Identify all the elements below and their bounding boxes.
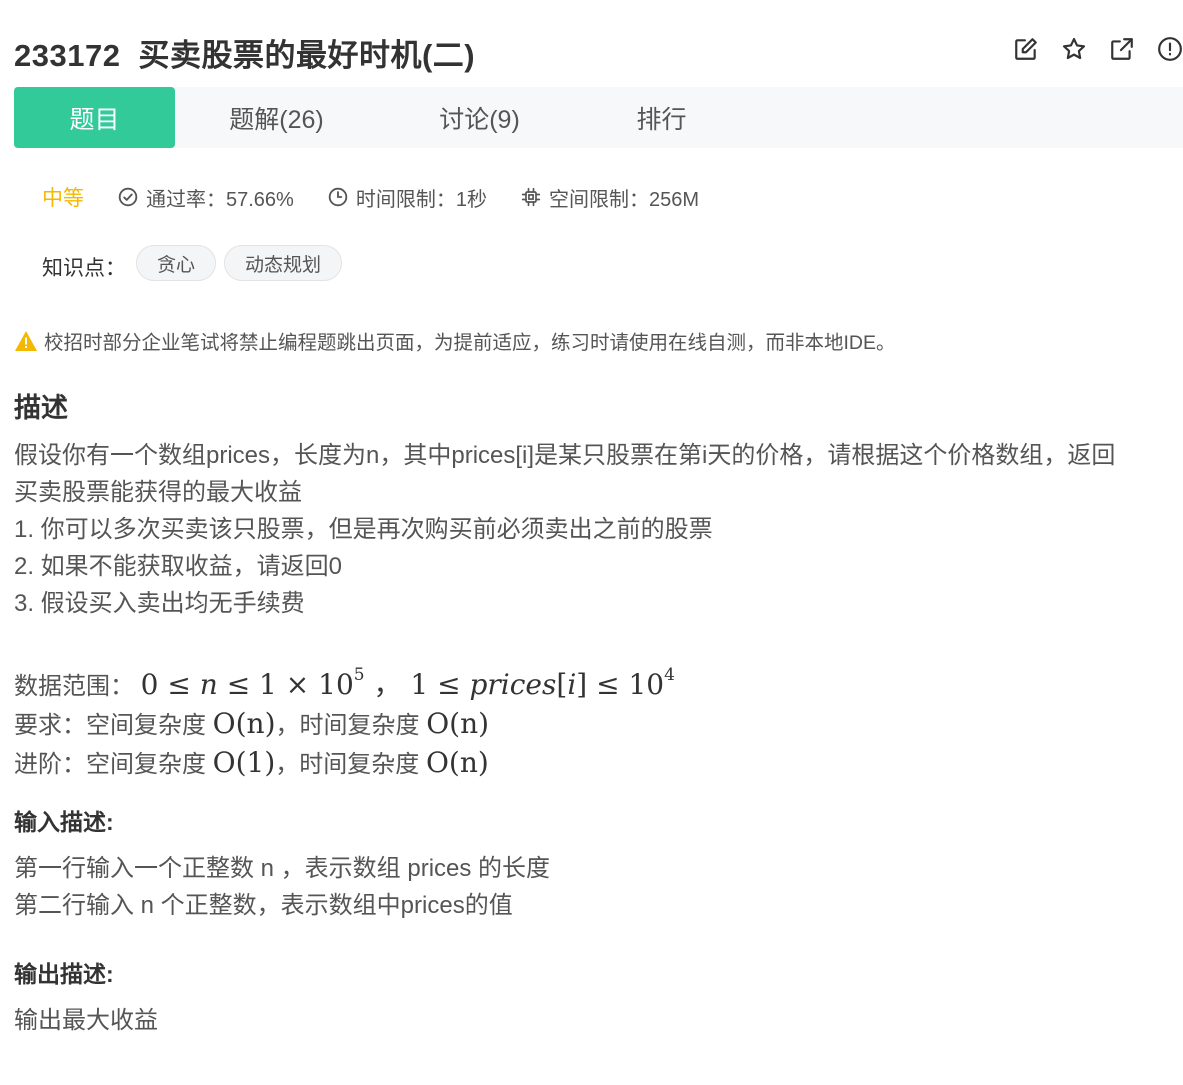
clock-icon — [328, 187, 348, 207]
space-limit: 空间限制：256M — [521, 183, 699, 212]
knowledge-tags: 知识点： 贪心 动态规划 — [42, 244, 350, 282]
requirement-time: O(n) — [426, 707, 490, 740]
data-range-label: 数据范围： — [14, 673, 134, 700]
output-line: 输出最大收益 — [14, 1007, 158, 1034]
page-title: 233172 买卖股票的最好时机(二) — [14, 30, 1183, 75]
tags-label: 知识点： — [42, 257, 126, 280]
problem-meta: 中等 通过率：57.66% 时间限制：1秒 空间限制：256M — [42, 182, 733, 212]
requirement-mid: ，时间复杂度 — [275, 712, 420, 739]
input-body: 第一行输入一个正整数 n ，表示数组 prices 的长度 第二行输入 n 个正… — [14, 850, 550, 924]
tag-dynamic-programming[interactable]: 动态规划 — [224, 245, 343, 281]
output-body: 输出最大收益 — [14, 1002, 158, 1039]
difficulty-badge: 中等 — [42, 187, 84, 210]
time-limit-text: 时间限制：1秒 — [355, 188, 487, 211]
input-heading: 输入描述: — [14, 809, 114, 835]
input-line: 第一行输入一个正整数 n ，表示数组 prices 的长度 — [14, 855, 551, 882]
advanced-space: O(1) — [212, 746, 276, 779]
requirement: 要求：空间复杂度 O(n)，时间复杂度 O(n) — [14, 705, 675, 744]
problem-header: 233172 买卖股票的最好时机(二) — [14, 30, 1183, 73]
tab-ranking[interactable]: 排行 — [581, 87, 742, 148]
constraints: 数据范围： 0 ≤ n ≤ 1 × 105 ， 1 ≤ prices[i] ≤ … — [14, 657, 675, 783]
requirement-space: O(n) — [212, 707, 276, 740]
description-line: 2. 如果不能获取收益，请返回0 — [14, 553, 343, 580]
description-body: 假设你有一个数组prices，长度为n，其中prices[i]是某只股票在第i天… — [14, 437, 1115, 622]
advanced-mid: ，时间复杂度 — [275, 751, 420, 778]
data-range: 数据范围： 0 ≤ n ≤ 1 × 105 ， 1 ≤ prices[i] ≤ … — [14, 657, 675, 705]
warning-text: 校招时部分企业笔试将禁止编程题跳出页面，为提前适应，练习时请使用在线自测，而非本… — [44, 332, 896, 354]
warning-icon — [15, 330, 37, 351]
time-limit: 时间限制：1秒 — [328, 183, 487, 212]
description-line: 买卖股票能获得的最大收益 — [14, 479, 302, 506]
edit-icon[interactable] — [1013, 36, 1039, 62]
chip-icon — [521, 187, 541, 207]
problem-tabs: 题目 题解(26) 讨论(9) 排行 — [14, 87, 1183, 148]
header-actions — [1013, 36, 1183, 62]
description-heading: 描述 — [14, 393, 68, 423]
tab-problem[interactable]: 题目 — [14, 87, 175, 148]
requirement-label: 要求：空间复杂度 — [14, 712, 206, 739]
output-heading: 输出描述: — [14, 961, 114, 987]
advanced: 进阶：空间复杂度 O(1)，时间复杂度 O(n) — [14, 744, 675, 783]
tag-greedy[interactable]: 贪心 — [136, 245, 217, 281]
space-limit-text: 空间限制：256M — [548, 188, 699, 211]
star-icon[interactable] — [1061, 36, 1087, 62]
advanced-time: O(n) — [425, 746, 489, 779]
problem-id: 233172 — [14, 38, 121, 73]
description-line: 3. 假设买入卖出均无手续费 — [14, 590, 305, 617]
description-line: 假设你有一个数组prices，长度为n，其中prices[i]是某只股票在第i天… — [14, 442, 1116, 469]
report-icon[interactable] — [1157, 36, 1183, 62]
problem-title: 买卖股票的最好时机(二) — [138, 38, 476, 73]
description-line: 1. 你可以多次买卖该只股票，但是再次购买前必须卖出之前的股票 — [14, 516, 713, 543]
tab-discussion[interactable]: 讨论(9) — [399, 87, 560, 148]
input-line: 第二行输入 n 个正整数，表示数组中prices的值 — [14, 892, 513, 919]
check-circle-icon — [118, 187, 138, 207]
warning-notice: 校招时部分企业笔试将禁止编程题跳出页面，为提前适应，练习时请使用在线自测，而非本… — [14, 326, 896, 355]
pass-rate: 通过率：57.66% — [118, 183, 294, 212]
pass-rate-text: 通过率：57.66% — [146, 188, 294, 211]
tab-solutions[interactable]: 题解(26) — [175, 87, 378, 148]
external-link-icon[interactable] — [1109, 36, 1135, 62]
advanced-label: 进阶：空间复杂度 — [14, 751, 206, 778]
data-range-math: 0 ≤ n ≤ 1 × 105 ， 1 ≤ prices[i] ≤ 104 — [140, 665, 675, 701]
